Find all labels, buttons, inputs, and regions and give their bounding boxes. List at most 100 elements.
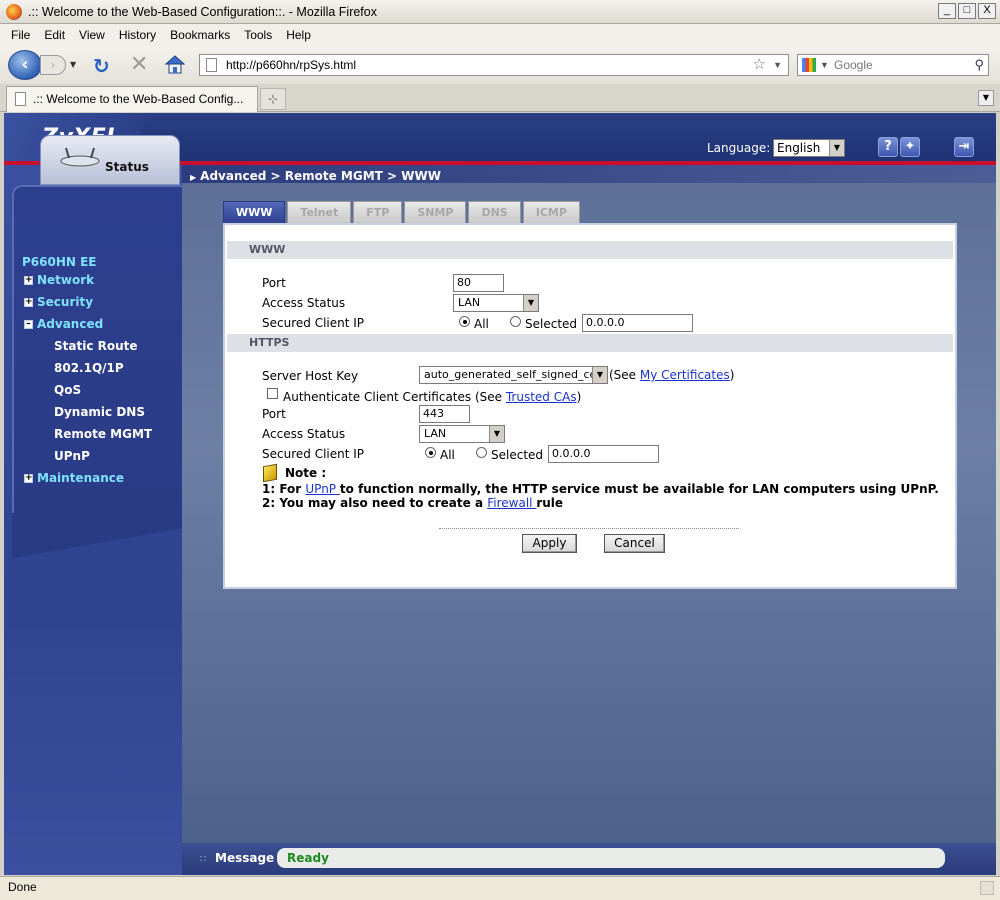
section-www: WWW: [227, 241, 953, 259]
www-all-label: All: [474, 317, 489, 331]
sidebar-item-label: Maintenance: [37, 471, 125, 485]
menu-tools[interactable]: Tools: [237, 28, 279, 42]
auth-client-cert-checkbox[interactable]: [267, 388, 278, 399]
sidebar-item-static-route[interactable]: Static Route: [54, 339, 138, 353]
www-selected-label: Selected: [525, 317, 578, 331]
https-all-radio[interactable]: [425, 447, 436, 458]
stop-icon[interactable]: ✕: [130, 52, 148, 77]
status-bar: Done: [0, 876, 1000, 900]
resize-grip-icon[interactable]: [980, 881, 994, 895]
sidebar-item-qos[interactable]: QoS: [54, 383, 81, 397]
host-key-select[interactable]: auto_generated_self_signed_cert ▼: [419, 366, 608, 384]
message-label: Message: [215, 851, 275, 865]
language-select[interactable]: English ▼: [773, 139, 845, 157]
www-ip-input[interactable]: 0.0.0.0: [582, 314, 693, 332]
maximize-button[interactable]: □: [958, 3, 976, 19]
status-tab[interactable]: Status: [40, 135, 180, 185]
logout-icon[interactable]: ⇥: [954, 137, 974, 157]
chevron-down-icon: ▼: [523, 295, 538, 311]
firefox-icon: [6, 3, 22, 20]
back-button[interactable]: ‹: [8, 50, 42, 80]
www-all-radio[interactable]: [459, 316, 470, 327]
tab-www[interactable]: WWW: [223, 201, 286, 223]
menu-file[interactable]: File: [4, 28, 37, 42]
history-dropdown-icon[interactable]: ▼: [70, 60, 76, 69]
menu-bookmarks[interactable]: Bookmarks: [163, 28, 237, 42]
collapse-icon: –: [24, 319, 33, 329]
breadcrumb: ▶ Advanced > Remote MGMT > WWW: [190, 169, 441, 183]
tab-dns[interactable]: DNS: [468, 201, 521, 223]
sidebar-item-label: Advanced: [37, 317, 104, 331]
https-access-select[interactable]: LAN ▼: [419, 425, 505, 443]
window-titlebar: .:: Welcome to the Web-Based Configurati…: [0, 0, 1000, 24]
menu-edit[interactable]: Edit: [37, 28, 72, 42]
tab-bar: .:: Welcome to the Web-Based Config... ⊹…: [0, 84, 1000, 112]
window-title: .:: Welcome to the Web-Based Configurati…: [28, 4, 377, 19]
sidebar-item-upnp[interactable]: UPnP: [54, 449, 90, 463]
search-placeholder: Google: [834, 58, 873, 72]
tab-list-icon[interactable]: ▼: [978, 90, 994, 106]
device-name: P660HN EE: [22, 255, 97, 269]
upnp-link[interactable]: UPnP: [305, 482, 339, 496]
expand-icon: +: [24, 274, 33, 285]
sidebar-item-network[interactable]: + Network: [24, 273, 94, 287]
auth-client-cert-label: Authenticate Client Certificates (See Tr…: [283, 390, 582, 404]
menu-help[interactable]: Help: [279, 28, 318, 42]
close-button[interactable]: X: [978, 3, 996, 19]
www-access-select[interactable]: LAN ▼: [453, 294, 539, 312]
trusted-cas-link[interactable]: Trusted CAs: [506, 390, 577, 404]
expand-icon: +: [24, 296, 33, 307]
tab-telnet[interactable]: Telnet: [287, 201, 352, 223]
https-port-input[interactable]: 443: [419, 405, 470, 423]
menu-history[interactable]: History: [112, 28, 163, 42]
tab-ftp[interactable]: FTP: [353, 201, 403, 223]
google-icon[interactable]: [802, 58, 816, 72]
navigation-toolbar: ‹ › ▼ ↻ ✕ http://p660hn/rpSys.html ☆ ▼ ▼…: [0, 46, 1000, 84]
cancel-button[interactable]: Cancel: [604, 534, 665, 553]
reload-icon[interactable]: ↻: [93, 54, 110, 78]
www-port-label: Port: [262, 276, 286, 290]
forward-button[interactable]: ›: [40, 55, 66, 75]
router-icon: [60, 147, 100, 167]
sidebar-item-remote-mgmt[interactable]: Remote MGMT: [54, 427, 152, 441]
search-icon[interactable]: ⚲: [974, 55, 984, 75]
https-access-value: LAN: [424, 427, 447, 440]
minimize-button[interactable]: _: [938, 3, 956, 19]
page-icon: [206, 58, 217, 72]
message-dots-icon: ∷: [200, 854, 207, 865]
bookmark-star-icon[interactable]: ☆: [753, 55, 766, 75]
www-port-input[interactable]: 80: [453, 274, 504, 292]
wizard-icon[interactable]: ✦: [900, 137, 920, 157]
tab-icmp[interactable]: ICMP: [522, 201, 580, 223]
sidebar-item-dynamic-dns[interactable]: Dynamic DNS: [54, 405, 145, 419]
search-engine-dropdown-icon[interactable]: ▼: [820, 55, 829, 75]
my-certificates-text: (See My Certificates): [609, 368, 735, 382]
url-dropdown-icon[interactable]: ▼: [773, 55, 782, 75]
www-selected-radio[interactable]: [510, 316, 521, 327]
tab-label: .:: Welcome to the Web-Based Config...: [33, 92, 244, 106]
sidebar-item-maintenance[interactable]: + Maintenance: [24, 471, 124, 485]
search-input[interactable]: ▼ Google ⚲: [797, 54, 989, 76]
expand-icon: +: [24, 472, 33, 483]
tab-snmp[interactable]: SNMP: [404, 201, 467, 223]
my-certificates-link[interactable]: My Certificates: [640, 368, 730, 382]
firewall-link[interactable]: Firewall: [487, 496, 536, 510]
https-ip-input[interactable]: 0.0.0.0: [548, 445, 659, 463]
browser-tab[interactable]: .:: Welcome to the Web-Based Config...: [6, 86, 258, 112]
menu-view[interactable]: View: [72, 28, 112, 42]
https-selected-radio[interactable]: [476, 447, 487, 458]
help-icon[interactable]: ?: [878, 137, 898, 157]
url-text: http://p660hn/rpSys.html: [226, 58, 357, 72]
chevron-down-icon: ▼: [489, 426, 504, 442]
sidebar-item-advanced[interactable]: – Advanced: [24, 317, 103, 331]
settings-panel: WWW Port 80 Access Status LAN ▼ Secured …: [223, 223, 957, 589]
new-tab-button[interactable]: ⊹: [260, 88, 286, 110]
home-icon[interactable]: [164, 54, 186, 74]
url-input[interactable]: http://p660hn/rpSys.html ☆ ▼: [199, 54, 789, 76]
sidebar-item-security[interactable]: + Security: [24, 295, 93, 309]
chevron-down-icon: ▼: [829, 140, 844, 156]
www-access-label: Access Status: [262, 296, 346, 310]
sidebar-item-8021q1p[interactable]: 802.1Q/1P: [54, 361, 124, 375]
language-label: Language:: [707, 141, 771, 155]
apply-button[interactable]: Apply: [522, 534, 577, 553]
